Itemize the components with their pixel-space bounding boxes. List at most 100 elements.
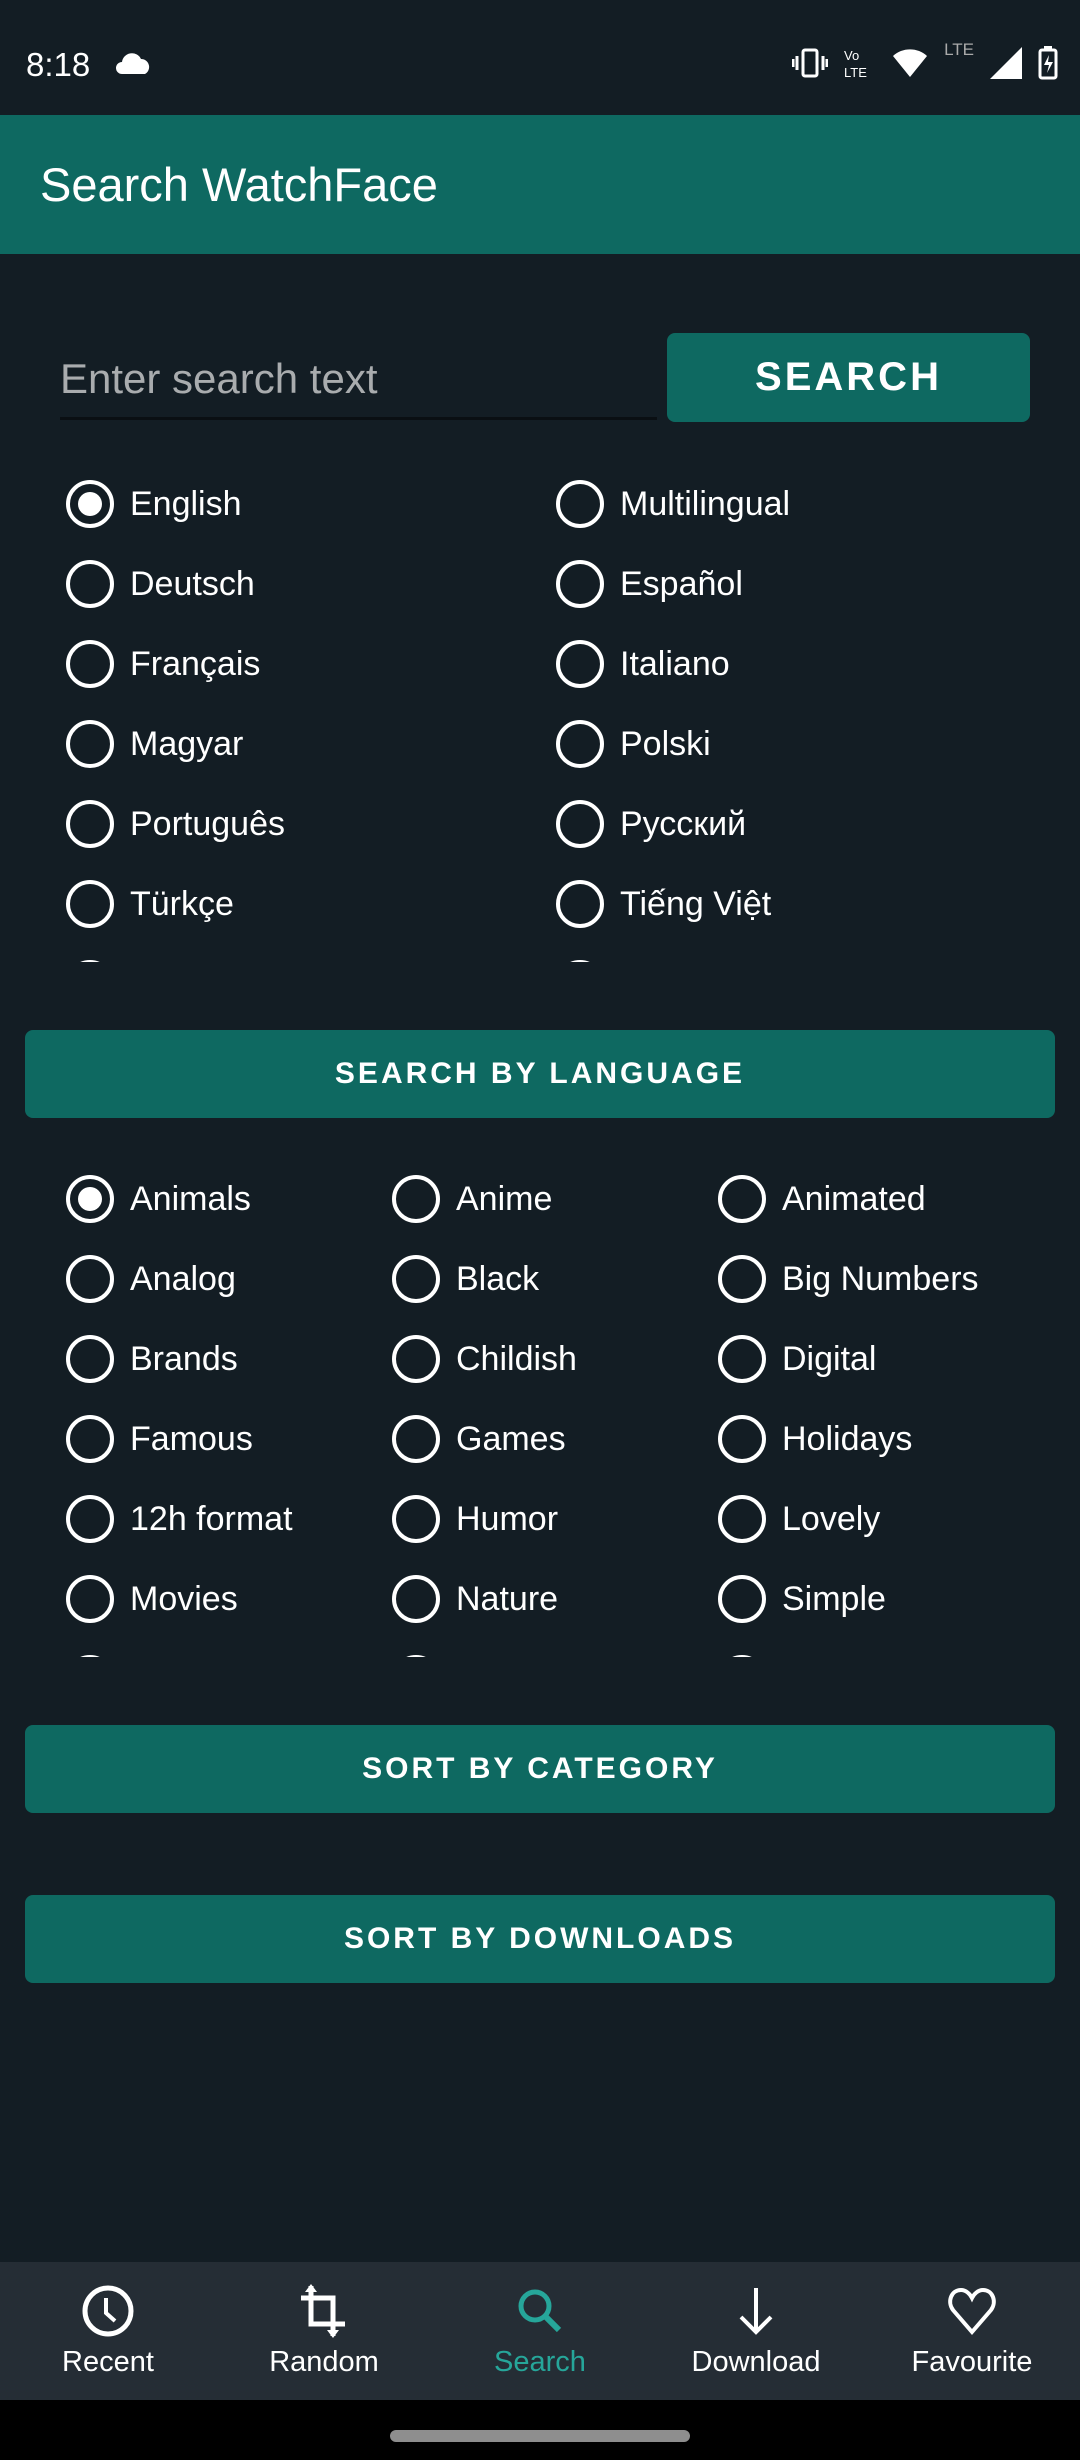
radio-label: Italiano xyxy=(620,644,730,683)
nav-search[interactable]: Search xyxy=(432,2262,648,2400)
radio-label: Games xyxy=(456,1419,566,1458)
radio-button[interactable] xyxy=(556,960,604,962)
radio-option[interactable]: Anime xyxy=(392,1175,552,1223)
radio-button[interactable] xyxy=(66,1415,114,1463)
battery-charging-icon xyxy=(1038,46,1058,80)
radio-option[interactable]: Holidays xyxy=(718,1415,912,1463)
radio-button[interactable] xyxy=(556,560,604,608)
radio-option[interactable]: Italiano xyxy=(556,640,730,688)
sort-by-category-button[interactable]: SORT BY CATEGORY xyxy=(25,1725,1055,1813)
radio-option[interactable]: Animals xyxy=(66,1175,251,1223)
radio-button[interactable] xyxy=(718,1335,766,1383)
radio-option[interactable]: Nature xyxy=(392,1575,558,1623)
radio-button[interactable] xyxy=(66,560,114,608)
radio-button[interactable] xyxy=(556,480,604,528)
search-by-language-button[interactable]: SEARCH BY LANGUAGE xyxy=(25,1030,1055,1118)
radio-label: Português xyxy=(130,804,285,843)
radio-option[interactable]: Animated xyxy=(718,1175,926,1223)
radio-option[interactable]: Français xyxy=(66,640,260,688)
nav-random[interactable]: Random xyxy=(216,2262,432,2400)
radio-option[interactable]: Black xyxy=(392,1255,539,1303)
radio-option[interactable]: Digital xyxy=(718,1335,876,1383)
radio-label: Brands xyxy=(130,1339,238,1378)
radio-option[interactable]: Türkçe xyxy=(66,880,234,928)
radio-button[interactable] xyxy=(66,1495,114,1543)
radio-button[interactable] xyxy=(392,1575,440,1623)
radio-button[interactable] xyxy=(556,720,604,768)
radio-option[interactable]: Games xyxy=(392,1415,566,1463)
radio-option[interactable]: Big Numbers xyxy=(718,1255,979,1303)
radio-option[interactable] xyxy=(66,1655,130,1657)
radio-button[interactable] xyxy=(66,640,114,688)
radio-button[interactable] xyxy=(718,1255,766,1303)
radio-button[interactable] xyxy=(556,640,604,688)
radio-option[interactable]: English xyxy=(66,480,242,528)
radio-button[interactable] xyxy=(66,1335,114,1383)
radio-button[interactable] xyxy=(392,1495,440,1543)
radio-button[interactable] xyxy=(66,1175,114,1223)
nav-download[interactable]: Download xyxy=(648,2262,864,2400)
radio-button[interactable] xyxy=(718,1415,766,1463)
page-title: Search WatchFace xyxy=(40,158,438,211)
nav-recent[interactable]: Recent xyxy=(0,2262,216,2400)
svg-text:LTE: LTE xyxy=(844,65,867,79)
radio-option[interactable]: Tiếng Việt xyxy=(556,880,771,928)
radio-option[interactable]: Movies xyxy=(66,1575,238,1623)
category-radio-group[interactable]: Animals Anime Animated Analog Black Big Numbe… xyxy=(0,1165,1080,1657)
radio-option[interactable]: 12h format xyxy=(66,1495,293,1543)
svg-text:Vo: Vo xyxy=(844,48,859,63)
radio-button[interactable] xyxy=(66,1655,114,1657)
lte-label: LTE xyxy=(944,40,974,59)
radio-button[interactable] xyxy=(66,1575,114,1623)
radio-button[interactable] xyxy=(392,1335,440,1383)
radio-button[interactable] xyxy=(66,1255,114,1303)
radio-option[interactable]: Lovely xyxy=(718,1495,880,1543)
radio-button[interactable] xyxy=(718,1655,766,1657)
sort-by-downloads-button[interactable]: SORT BY DOWNLOADS xyxy=(25,1895,1055,1983)
radio-button[interactable] xyxy=(66,880,114,928)
search-input[interactable] xyxy=(60,340,657,420)
vibrate-icon xyxy=(792,48,829,78)
radio-button[interactable] xyxy=(392,1175,440,1223)
radio-button[interactable] xyxy=(66,800,114,848)
radio-option[interactable]: Brands xyxy=(66,1335,238,1383)
radio-option[interactable] xyxy=(718,1655,782,1657)
radio-option[interactable] xyxy=(556,960,620,962)
radio-option[interactable] xyxy=(392,1655,456,1657)
radio-button[interactable] xyxy=(66,720,114,768)
radio-label: Holidays xyxy=(782,1419,913,1458)
radio-option[interactable] xyxy=(66,960,130,962)
clock-icon xyxy=(82,2285,134,2337)
radio-option[interactable]: Português xyxy=(66,800,285,848)
download-icon xyxy=(739,2288,773,2335)
radio-option[interactable]: Famous xyxy=(66,1415,253,1463)
radio-option[interactable]: Childish xyxy=(392,1335,577,1383)
radio-option[interactable]: Русский xyxy=(556,800,746,848)
radio-label: 12h format xyxy=(130,1499,293,1538)
radio-option[interactable]: Español xyxy=(556,560,743,608)
radio-button[interactable] xyxy=(556,880,604,928)
search-icon xyxy=(518,2289,562,2333)
radio-button[interactable] xyxy=(392,1655,440,1657)
radio-button[interactable] xyxy=(66,480,114,528)
home-handle[interactable] xyxy=(390,2430,690,2442)
radio-button[interactable] xyxy=(718,1175,766,1223)
radio-button[interactable] xyxy=(718,1495,766,1543)
nav-favourite[interactable]: Favourite xyxy=(864,2262,1080,2400)
radio-option[interactable]: Polski xyxy=(556,720,711,768)
radio-button[interactable] xyxy=(556,800,604,848)
radio-label: Analog xyxy=(130,1259,236,1298)
radio-button[interactable] xyxy=(66,960,114,962)
radio-button[interactable] xyxy=(718,1575,766,1623)
radio-option[interactable]: Analog xyxy=(66,1255,236,1303)
radio-option[interactable]: Humor xyxy=(392,1495,558,1543)
radio-button[interactable] xyxy=(392,1415,440,1463)
language-radio-group[interactable]: English Multilingual Deutsch Español Françai… xyxy=(0,470,1080,962)
radio-button[interactable] xyxy=(392,1255,440,1303)
radio-option[interactable]: Magyar xyxy=(66,720,243,768)
radio-option[interactable]: Deutsch xyxy=(66,560,255,608)
search-button[interactable]: SEARCH xyxy=(667,333,1030,422)
nav-label: Random xyxy=(269,2346,379,2378)
radio-option[interactable]: Multilingual xyxy=(556,480,790,528)
radio-option[interactable]: Simple xyxy=(718,1575,886,1623)
